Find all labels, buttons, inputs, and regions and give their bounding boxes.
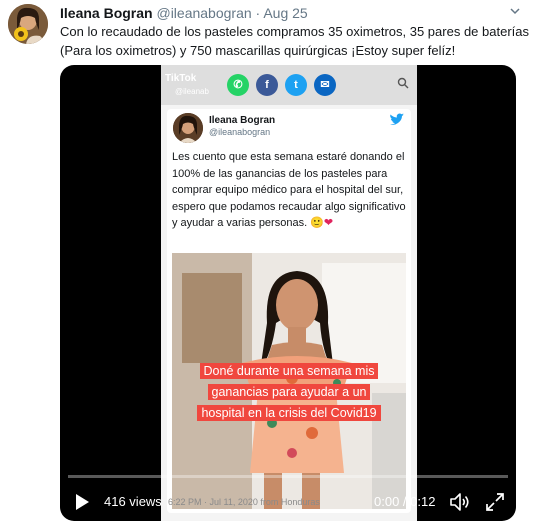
play-icon[interactable] [76, 494, 89, 510]
display-name[interactable]: Ileana Bogran [60, 5, 153, 21]
video-frame: TikTok @ileanab ✆ f t ✉ Ileana Bogran @i… [161, 65, 417, 521]
embedded-handle: @ileanabogran [209, 127, 271, 137]
embedded-tweet-card: Ileana Bogran @ileanabogran Les cuento q… [167, 109, 411, 513]
twitter-icon: t [285, 74, 307, 96]
user-handle[interactable]: @ileanabogran [156, 5, 251, 21]
facebook-icon: f [256, 74, 278, 96]
tweet[interactable]: Ileana Bogran @ileanabogran · Aug 25 Con… [0, 0, 548, 529]
tweet-date[interactable]: Aug 25 [263, 5, 307, 21]
chevron-down-icon[interactable] [508, 4, 522, 21]
embedded-avatar [173, 113, 203, 143]
embedded-tweet-meta: 6:22 PM · Jul 11, 2020 from Honduras [168, 497, 320, 507]
volume-icon[interactable] [448, 490, 472, 514]
progress-bar[interactable] [68, 475, 508, 478]
tiktok-topbar: TikTok @ileanab ✆ f t ✉ [161, 65, 417, 105]
tiktok-handle: @ileanab [175, 87, 209, 96]
view-count: 416 views [104, 494, 162, 509]
search-icon [397, 77, 409, 92]
video-controls: 416 views 6:22 PM · Jul 11, 2020 from Ho… [60, 470, 516, 521]
video-time: 0:00 / 0:12 [374, 494, 436, 509]
email-icon: ✉ [314, 74, 336, 96]
embedded-name: Ileana Bogran [209, 115, 276, 126]
video-caption: Doné durante una semana mis ganancias pa… [191, 361, 387, 424]
video-player[interactable]: TikTok @ileanab ✆ f t ✉ Ileana Bogran @i… [60, 65, 516, 521]
tweet-header: Ileana Bogran @ileanabogran · Aug 25 [60, 4, 308, 22]
whatsapp-icon: ✆ [227, 74, 249, 96]
tiktok-logo: TikTok [165, 73, 197, 84]
embedded-tweet-text: Les cuento que esta semana estaré donand… [172, 151, 406, 229]
twitter-bird-icon [389, 113, 405, 127]
heart-emoji: ❤ [323, 217, 334, 229]
fullscreen-icon[interactable] [484, 491, 506, 513]
separator: · [255, 5, 261, 21]
tweet-text: Con lo recaudado de los pasteles compram… [60, 24, 529, 58]
user-avatar[interactable] [8, 4, 48, 44]
